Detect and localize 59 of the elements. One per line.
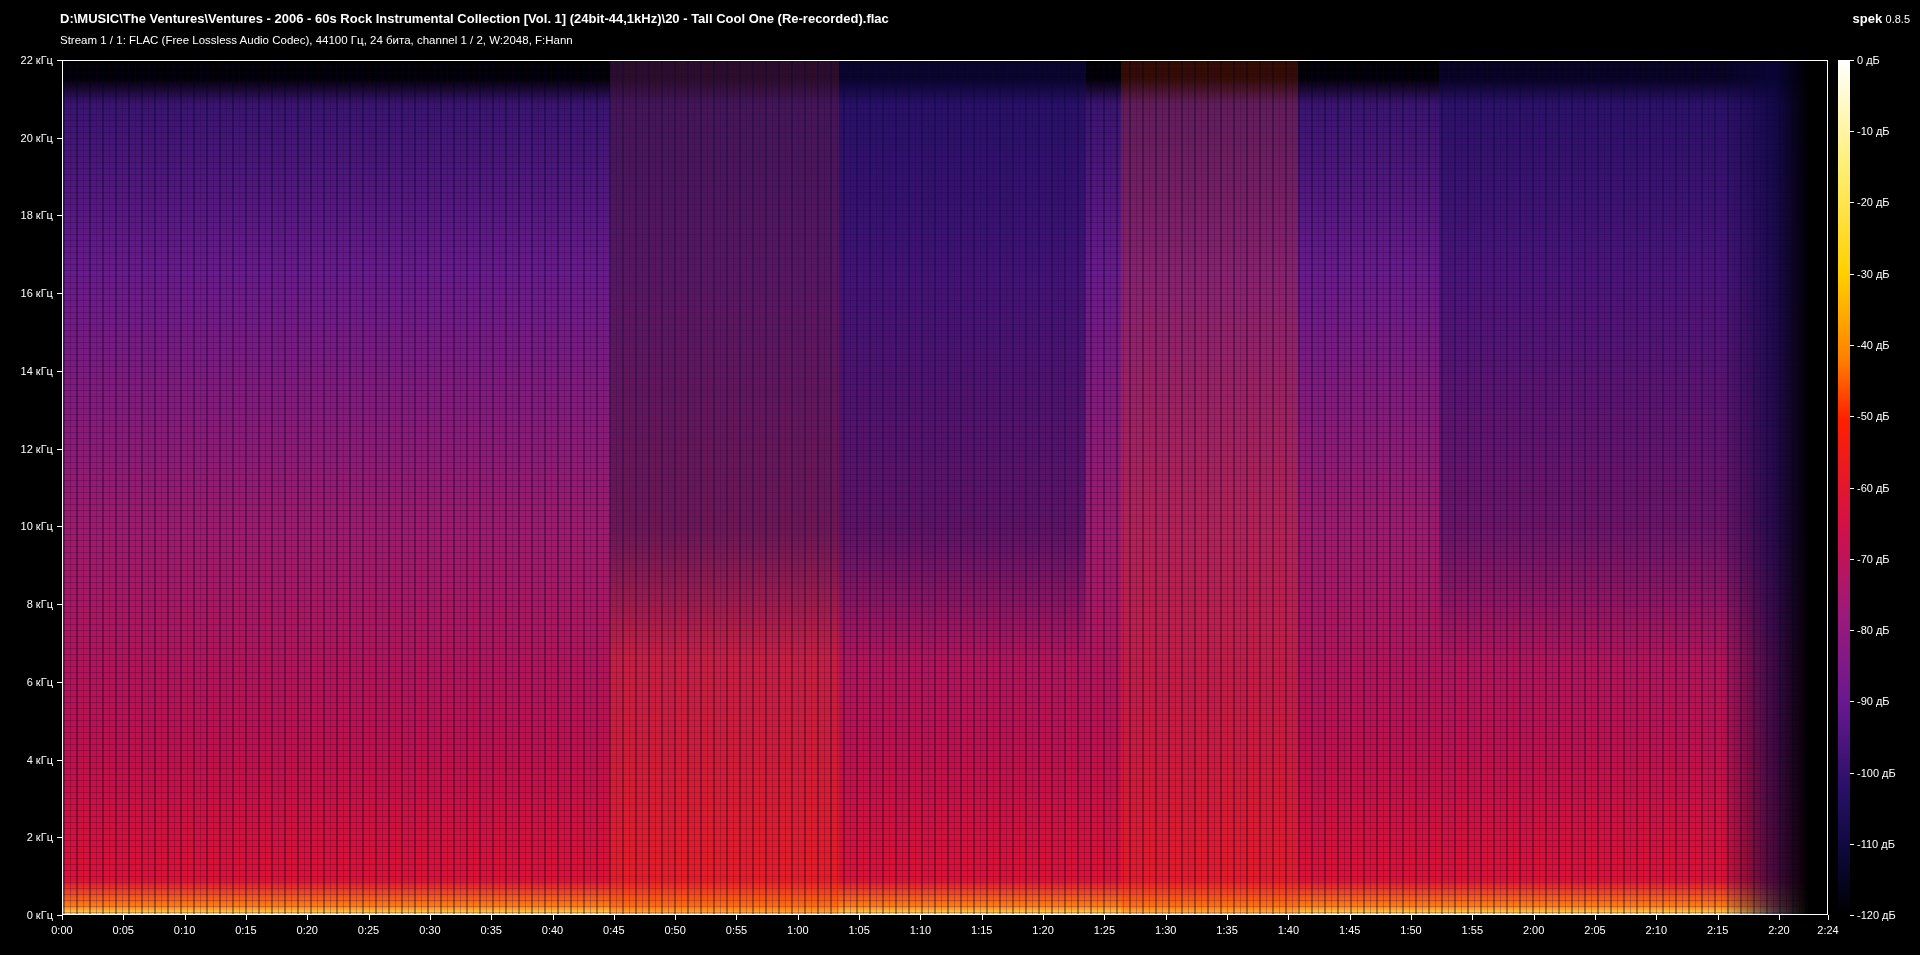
time-label: 1:10 bbox=[909, 924, 932, 936]
time-label: 0:15 bbox=[235, 924, 257, 936]
time-label: 2:00 bbox=[1522, 924, 1545, 936]
stream-info: Stream 1 / 1: FLAC (Free Lossless Audio Codec), 44100 Гц, 24 бита, channel 1 / 2, W:2048, F:Hann bbox=[59, 33, 574, 49]
time-label: 2:10 bbox=[1645, 924, 1667, 936]
time-label: 1:05 bbox=[848, 924, 870, 936]
time-label: 0:45 bbox=[603, 924, 625, 936]
time-label: 0:05 bbox=[112, 924, 134, 936]
time-label: 0:40 bbox=[541, 924, 564, 936]
time-label: 0:00 bbox=[51, 924, 73, 936]
frequency-label: 14 кГц bbox=[20, 364, 53, 377]
time-label: 1:30 bbox=[1155, 924, 1177, 936]
time-label: 1:55 bbox=[1461, 924, 1484, 936]
time-label: 0:25 bbox=[357, 924, 380, 936]
time-label: 1:50 bbox=[1400, 924, 1422, 936]
time-label: 1:20 bbox=[1032, 924, 1054, 936]
frequency-label: 22 кГц bbox=[20, 54, 53, 66]
level-label: -90 дБ bbox=[1857, 695, 1890, 708]
app-version: 0.8.5 bbox=[1885, 13, 1910, 26]
time-label: 1:00 bbox=[787, 924, 809, 936]
time-label: 1:45 bbox=[1339, 924, 1361, 936]
level-label: -80 дБ bbox=[1857, 624, 1890, 636]
level-label: -60 дБ bbox=[1857, 481, 1890, 494]
frequency-label: 10 кГц bbox=[20, 520, 53, 533]
time-label: 2:20 bbox=[1768, 924, 1790, 936]
time-label: 2:15 bbox=[1706, 924, 1729, 936]
frequency-label: 20 кГц bbox=[20, 131, 53, 144]
level-label: -40 дБ bbox=[1857, 339, 1890, 351]
level-label: -10 дБ bbox=[1857, 125, 1890, 138]
time-label: 0:30 bbox=[419, 924, 441, 936]
frequency-label: 12 кГц bbox=[20, 442, 53, 455]
file-path-title: D:\MUSIC\The Ventures\Ventures - 2006 - 60s Rock Instrumental Collection [Vol. 1] (24bit-44,1kHz)\20 - Tall Cool One (Re-recorded).flac bbox=[60, 11, 889, 27]
frequency-label: 16 кГц bbox=[20, 287, 53, 300]
level-label: -110 дБ bbox=[1857, 837, 1895, 850]
frequency-label: 6 кГц bbox=[26, 675, 53, 688]
level-label: 0 дБ bbox=[1857, 54, 1880, 66]
frequency-label: 4 кГц bbox=[26, 753, 53, 766]
level-label: -100 дБ bbox=[1857, 766, 1896, 779]
time-label: 0:35 bbox=[480, 924, 502, 936]
frequency-label: 0 кГц bbox=[26, 909, 53, 921]
time-label: 2:24 bbox=[1817, 924, 1839, 936]
time-label: 2:05 bbox=[1584, 924, 1606, 936]
level-label: -70 дБ bbox=[1857, 552, 1890, 565]
app-name: spek bbox=[1852, 11, 1883, 27]
time-label: 1:40 bbox=[1277, 924, 1300, 936]
time-label: 1:35 bbox=[1216, 924, 1238, 936]
frequency-label: 2 кГц bbox=[26, 831, 53, 844]
time-label: 0:55 bbox=[725, 924, 748, 936]
level-label: -120 дБ bbox=[1857, 909, 1896, 921]
time-label: 1:15 bbox=[971, 924, 993, 936]
frequency-label: 18 кГц bbox=[20, 209, 53, 222]
time-label: 0:20 bbox=[296, 924, 318, 936]
time-label: 1:25 bbox=[1093, 924, 1116, 936]
frequency-label: 8 кГц bbox=[26, 598, 53, 611]
level-label: -50 дБ bbox=[1857, 410, 1890, 423]
level-label: -20 дБ bbox=[1857, 196, 1890, 209]
time-label: 0:10 bbox=[173, 924, 196, 936]
time-label: 0:50 bbox=[664, 924, 686, 936]
level-label: -30 дБ bbox=[1857, 267, 1890, 280]
